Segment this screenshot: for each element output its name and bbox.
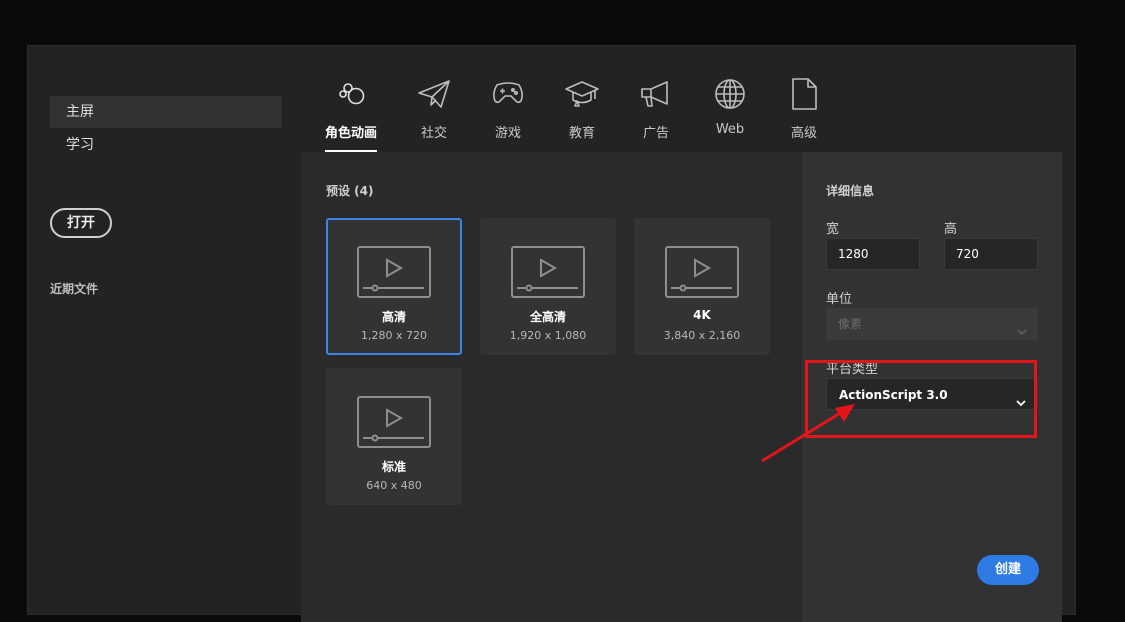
platform-type-label: 平台类型 bbox=[826, 362, 879, 377]
megaphone-icon bbox=[621, 74, 691, 114]
preset-size: 1,280 x 720 bbox=[361, 329, 427, 342]
details-panel: 详细信息 宽 1280 高 720 单位 像素 平台类型 ActionScrip… bbox=[802, 152, 1062, 622]
open-button[interactable]: 打开 bbox=[50, 208, 112, 238]
presets-title: 预设 (4) bbox=[326, 184, 374, 198]
tab-label: Web bbox=[715, 122, 745, 137]
video-preset-icon bbox=[665, 246, 739, 302]
chevron-down-icon bbox=[1015, 389, 1027, 421]
recent-files-label: 近期文件 bbox=[50, 282, 99, 296]
preset-name: 4K bbox=[693, 308, 711, 322]
platform-type-select[interactable]: ActionScript 3.0 bbox=[826, 378, 1038, 410]
create-button[interactable]: 创建 bbox=[977, 555, 1039, 585]
details-title: 详细信息 bbox=[826, 184, 875, 198]
video-preset-icon bbox=[357, 396, 431, 452]
tab-label: 教育 bbox=[568, 126, 595, 141]
tab-label: 高级 bbox=[790, 126, 817, 141]
unit-value: 像素 bbox=[838, 317, 863, 331]
paper-plane-icon bbox=[399, 74, 469, 114]
tab-education[interactable]: 教育 bbox=[547, 74, 617, 141]
document-icon bbox=[769, 74, 839, 114]
sidebar-item-label: 学习 bbox=[66, 137, 94, 153]
width-label: 宽 bbox=[826, 222, 840, 237]
video-preset-icon bbox=[511, 246, 585, 302]
tab-label: 角色动画 bbox=[324, 126, 377, 141]
graduation-cap-icon bbox=[547, 74, 617, 114]
sidebar-item-learn[interactable]: 学习 bbox=[50, 129, 282, 161]
chevron-down-icon bbox=[1016, 318, 1028, 350]
width-field[interactable]: 1280 bbox=[826, 238, 920, 270]
presets-panel: 预设 (4) 高清 1,280 x 720 全高清 1,920 x 1,080 … bbox=[301, 152, 1062, 622]
platform-type-value: ActionScript 3.0 bbox=[839, 388, 948, 402]
preset-name: 标准 bbox=[381, 460, 406, 474]
gamepad-icon bbox=[473, 74, 543, 114]
sidebar-item-home[interactable]: 主屏 bbox=[50, 96, 282, 128]
tab-advanced[interactable]: 高级 bbox=[769, 74, 839, 141]
preset-size: 3,840 x 2,160 bbox=[663, 329, 741, 342]
height-field[interactable]: 720 bbox=[944, 238, 1038, 270]
preset-card-standard[interactable]: 标准 640 x 480 bbox=[326, 368, 462, 505]
character-animation-icon bbox=[316, 74, 386, 114]
tab-ads[interactable]: 广告 bbox=[621, 74, 691, 141]
globe-icon bbox=[695, 74, 765, 114]
preset-card-hd[interactable]: 高清 1,280 x 720 bbox=[326, 218, 462, 355]
height-label: 高 bbox=[944, 222, 958, 237]
tab-character-animation[interactable]: 角色动画 bbox=[316, 74, 386, 141]
unit-select: 像素 bbox=[826, 308, 1038, 340]
tab-web[interactable]: Web bbox=[695, 74, 765, 137]
tab-label: 游戏 bbox=[494, 126, 521, 141]
preset-card-4k[interactable]: 4K 3,840 x 2,160 bbox=[634, 218, 770, 355]
preset-card-full-hd[interactable]: 全高清 1,920 x 1,080 bbox=[480, 218, 616, 355]
unit-label: 单位 bbox=[826, 292, 853, 307]
tab-label: 社交 bbox=[420, 126, 447, 141]
preset-name: 全高清 bbox=[529, 310, 566, 324]
new-document-dialog: 主屏 学习 打开 近期文件 角色动画 社交 游戏 教育 广告 Web 高级 预设… bbox=[27, 45, 1076, 622]
video-preset-icon bbox=[357, 246, 431, 302]
preset-name: 高清 bbox=[381, 310, 406, 324]
preset-size: 1,920 x 1,080 bbox=[509, 329, 587, 342]
tab-social[interactable]: 社交 bbox=[399, 74, 469, 141]
sidebar-item-label: 主屏 bbox=[66, 104, 94, 120]
tab-games[interactable]: 游戏 bbox=[473, 74, 543, 141]
preset-size: 640 x 480 bbox=[366, 479, 422, 492]
tab-label: 广告 bbox=[642, 126, 669, 141]
